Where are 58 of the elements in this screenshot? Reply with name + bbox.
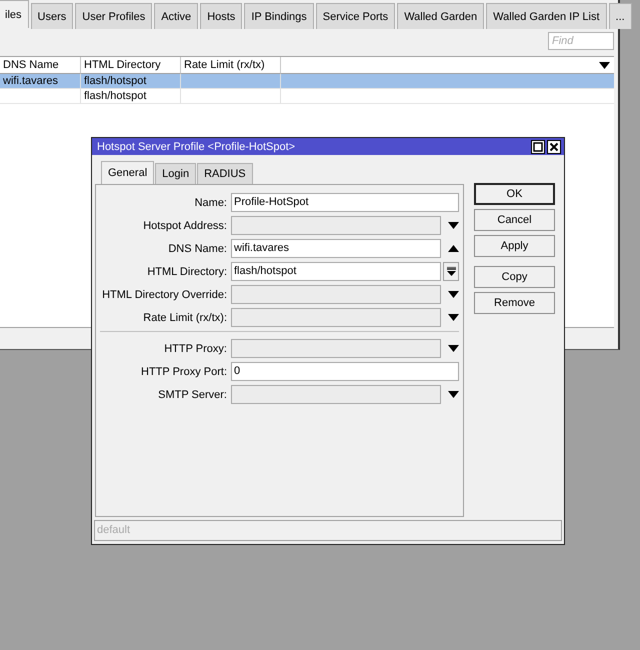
table-cell: flash/hotspot (84, 90, 146, 102)
close-icon[interactable] (547, 140, 561, 154)
tab[interactable]: iles (0, 0, 29, 28)
input-field[interactable]: wifi.tavares (231, 239, 441, 258)
field-label: HTTP Proxy Port: (140, 366, 228, 378)
dropdown-arrow-icon[interactable] (448, 314, 459, 321)
input-field[interactable] (231, 216, 441, 235)
tab[interactable]: General (101, 161, 154, 184)
dialog-button[interactable]: Cancel (474, 209, 555, 231)
tab[interactable]: RADIUS (197, 163, 253, 184)
dropdown-arrow-icon[interactable] (448, 291, 459, 298)
table-cell: flash/hotspot (84, 75, 146, 87)
up-arrow-icon[interactable] (448, 245, 459, 252)
input-field[interactable] (231, 285, 441, 304)
input-field[interactable] (231, 385, 441, 404)
dropdown-arrow-icon[interactable] (448, 222, 459, 229)
field-label: Name: (194, 196, 228, 208)
field-label: Hotspot Address: (142, 220, 228, 232)
dialog-button[interactable]: Remove (474, 292, 555, 314)
dropdown-arrow-icon[interactable] (448, 391, 459, 398)
field-label: HTTP Proxy: (163, 342, 228, 354)
field-label: Rate Limit (rx/tx): (142, 312, 228, 324)
input-field[interactable]: 0 (231, 362, 459, 381)
status-text: default (97, 524, 130, 536)
window-title: Hotspot Server Profile <Profile-HotSpot> (97, 140, 296, 152)
dialog-button[interactable]: OK (474, 183, 555, 205)
tab[interactable]: ... (608, 3, 632, 29)
field-label: HTML Directory Override: (101, 288, 228, 300)
column-header[interactable]: HTML Directory (81, 57, 181, 74)
dropdown-arrow-icon[interactable] (448, 345, 459, 352)
column-header[interactable]: DNS Name (0, 57, 81, 74)
input-field[interactable] (231, 339, 441, 358)
field-label: HTML Directory: (146, 266, 228, 278)
table-row[interactable]: wifi.tavares flash/hotspot (0, 74, 614, 89)
caret-icon[interactable] (599, 62, 610, 68)
remove-field-button[interactable] (443, 262, 459, 281)
tab[interactable]: Users (30, 3, 74, 29)
dialog-button[interactable]: Copy (474, 266, 555, 288)
search-field[interactable]: Find (548, 32, 614, 50)
dialog-button[interactable]: Apply (474, 235, 555, 257)
tab[interactable]: Walled Garden (397, 3, 484, 29)
tab[interactable]: User Profiles (75, 3, 152, 29)
input-field[interactable]: flash/hotspot (231, 262, 441, 281)
field-label: SMTP Server: (157, 388, 228, 400)
tab[interactable]: Login (155, 163, 196, 184)
input-field[interactable] (231, 308, 441, 327)
tab[interactable]: Active (154, 3, 198, 29)
maximize-icon[interactable] (531, 140, 545, 154)
tab[interactable]: Walled Garden IP List (486, 3, 607, 29)
column-header[interactable]: Rate Limit (rx/tx) (181, 57, 281, 74)
tab[interactable]: IP Bindings (244, 3, 314, 29)
table-cell: wifi.tavares (3, 75, 58, 87)
remove-icon (446, 266, 456, 276)
field-label: DNS Name: (167, 242, 228, 254)
input-field[interactable]: Profile-HotSpot (231, 193, 459, 212)
tab[interactable]: Service Ports (316, 3, 396, 29)
table-row[interactable]: flash/hotspot (0, 89, 614, 104)
tab[interactable]: Hosts (200, 3, 242, 29)
